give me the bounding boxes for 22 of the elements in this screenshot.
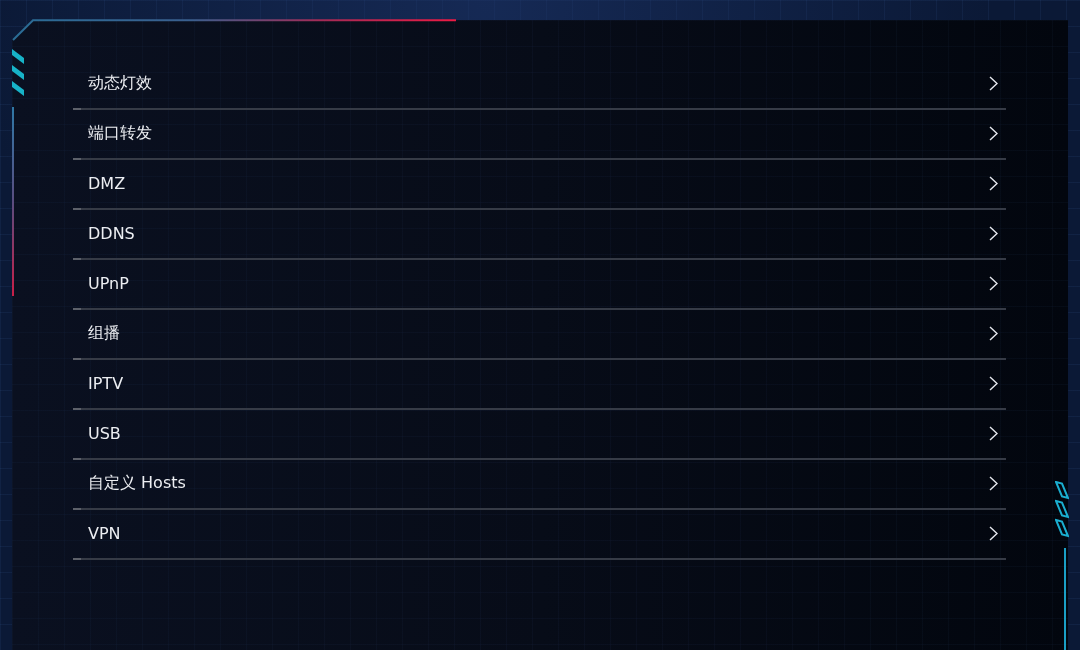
parallelograms-icon <box>1055 481 1069 538</box>
menu-item[interactable]: UPnP <box>73 260 1006 310</box>
menu-item[interactable]: 自定义 Hosts <box>73 460 1006 510</box>
menu-item[interactable]: IPTV <box>73 360 1006 410</box>
chevron-right-icon <box>989 525 998 541</box>
stripes-icon <box>12 49 24 96</box>
menu-item[interactable]: 端口转发 <box>73 110 1006 160</box>
menu-item[interactable]: VPN <box>73 510 1006 560</box>
chevron-right-icon <box>989 175 998 191</box>
menu-item[interactable]: 动态灯效 <box>73 60 1006 110</box>
menu-item[interactable]: DDNS <box>73 210 1006 260</box>
chevron-right-icon <box>989 225 998 241</box>
menu-item[interactable]: DMZ <box>73 160 1006 210</box>
chevron-right-icon <box>989 125 998 141</box>
menu-item[interactable]: USB <box>73 410 1006 460</box>
chevron-right-icon <box>989 325 998 341</box>
chevron-right-icon <box>989 75 998 91</box>
chevron-right-icon <box>989 425 998 441</box>
chevron-right-icon <box>989 275 998 291</box>
menu-item[interactable]: 组播 <box>73 310 1006 360</box>
chevron-right-icon <box>989 375 998 391</box>
chevron-right-icon <box>989 475 998 491</box>
